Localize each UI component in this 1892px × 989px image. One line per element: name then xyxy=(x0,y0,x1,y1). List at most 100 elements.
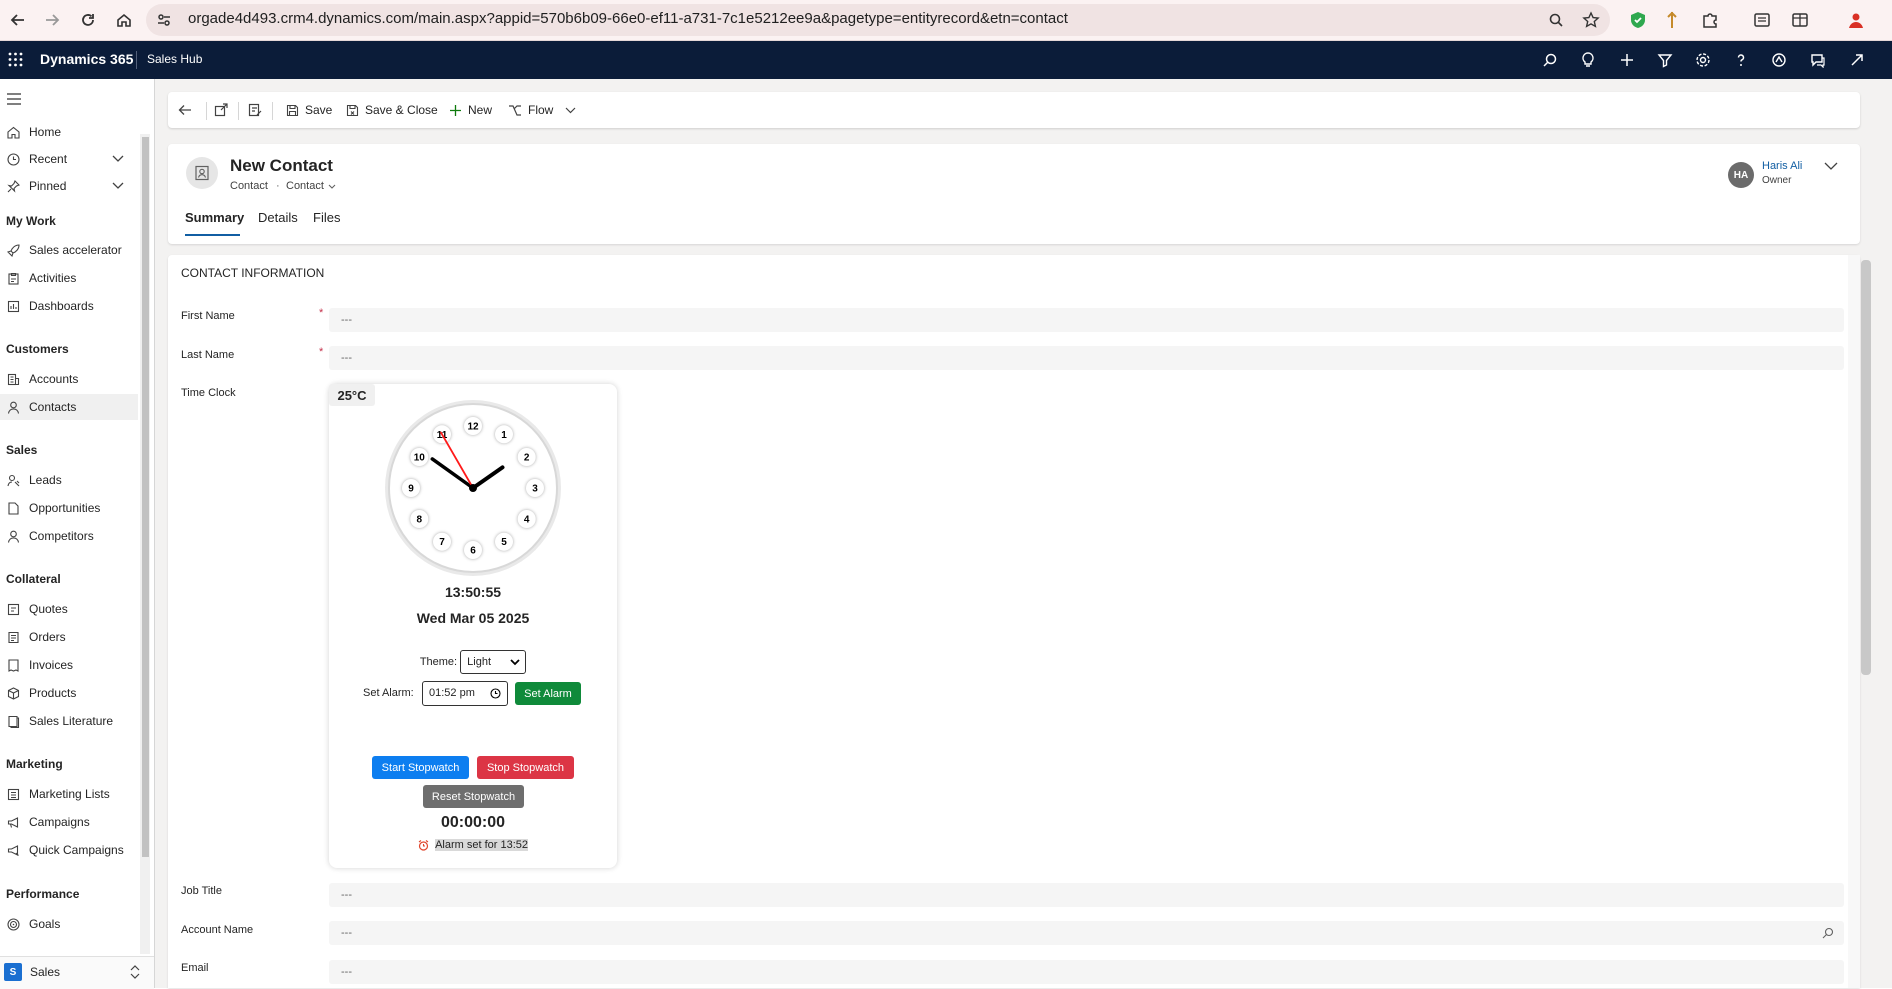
sidebar-item-invoices[interactable]: Invoices xyxy=(0,652,138,678)
gear-icon[interactable] xyxy=(1693,50,1713,70)
chevron-up-down-icon[interactable] xyxy=(130,965,140,979)
sidebar-item-quotes[interactable]: Quotes xyxy=(0,596,138,622)
set-alarm-button[interactable]: Set Alarm xyxy=(515,682,581,705)
tab-files[interactable]: Files xyxy=(313,210,340,225)
sidebar-item-activities[interactable]: Activities xyxy=(0,265,138,291)
app-name[interactable]: Dynamics 365 xyxy=(40,51,133,67)
theme-select[interactable]: Light xyxy=(460,650,527,674)
lightbulb-icon[interactable] xyxy=(1578,50,1598,70)
new-button[interactable]: New xyxy=(449,92,492,128)
list-icon xyxy=(6,787,20,801)
sidebar-item-pinned[interactable]: Pinned xyxy=(0,173,138,199)
alarm-time-input[interactable]: 01:52 pm xyxy=(422,681,508,706)
sidebar-item-products[interactable]: Products xyxy=(0,680,138,706)
clock-icon[interactable] xyxy=(490,688,501,699)
app-launcher-icon[interactable] xyxy=(8,52,23,67)
clock-numeral: 1 xyxy=(501,430,507,441)
account-name-field[interactable]: --- xyxy=(329,921,1844,945)
sidebar-scroll-thumb[interactable] xyxy=(142,137,149,857)
form-scroll-thumb[interactable] xyxy=(1861,260,1871,675)
puzzle-icon[interactable] xyxy=(1698,8,1722,32)
owner-avatar[interactable]: HA xyxy=(1728,162,1754,188)
clock-numeral: 7 xyxy=(439,537,445,548)
job-title-field[interactable]: --- xyxy=(329,883,1844,907)
extension-icon[interactable] xyxy=(1660,8,1684,32)
reset-stopwatch-button[interactable]: Reset Stopwatch xyxy=(423,785,524,808)
home-icon[interactable] xyxy=(112,8,136,32)
chat-icon[interactable] xyxy=(1808,50,1828,70)
stop-stopwatch-button[interactable]: Stop Stopwatch xyxy=(477,756,574,779)
lookup-search-icon[interactable] xyxy=(1822,927,1834,939)
sidebar-item-contacts[interactable]: Contacts xyxy=(0,394,138,420)
sidebar-item-competitors[interactable]: Competitors xyxy=(0,523,138,549)
forward-icon[interactable] xyxy=(40,8,64,32)
sidebar-item-sales-accelerator[interactable]: Sales accelerator xyxy=(0,237,138,263)
clock-numeral: 5 xyxy=(501,537,507,548)
form-name: Contact xyxy=(286,180,324,192)
sidebar-item-sales-literature[interactable]: Sales Literature xyxy=(0,708,138,734)
book-icon xyxy=(6,714,20,728)
sidebar-item-label: Activities xyxy=(29,271,77,285)
sidebar-item-quick-campaigns[interactable]: Quick Campaigns xyxy=(0,837,138,863)
save-button[interactable]: Save xyxy=(286,92,332,128)
sidebar-item-label: Sales Literature xyxy=(29,714,114,728)
reading-list-icon[interactable] xyxy=(1750,8,1774,32)
open-window-icon xyxy=(214,103,228,117)
url-text[interactable]: orgade4d493.crm4.dynamics.com/main.aspx?… xyxy=(188,10,1068,27)
separator-dot: · xyxy=(276,180,280,192)
area-switcher[interactable]: S Sales xyxy=(0,956,154,989)
sidebar-item-goals[interactable]: Goals xyxy=(0,911,138,937)
star-icon[interactable] xyxy=(1582,11,1600,29)
sidebar-item-leads[interactable]: Leads xyxy=(0,467,138,493)
new-label: New xyxy=(468,103,493,117)
expand-header-chevron-icon[interactable] xyxy=(1824,162,1838,171)
form-scrollbar[interactable] xyxy=(1848,255,1860,988)
sidebar-item-opportunities[interactable]: Opportunities xyxy=(0,495,138,521)
split-view-icon[interactable] xyxy=(1788,8,1812,32)
owner-name-link[interactable]: Haris Ali xyxy=(1762,160,1802,172)
copilot-icon[interactable] xyxy=(1769,50,1789,70)
tab-details[interactable]: Details xyxy=(258,210,298,225)
chevron-down-icon[interactable] xyxy=(112,182,124,190)
assistant-icon[interactable] xyxy=(1847,50,1867,70)
help-icon[interactable] xyxy=(1731,50,1751,70)
open-new-window-button[interactable] xyxy=(214,92,228,128)
sidebar-item-dashboards[interactable]: Dashboards xyxy=(0,293,138,319)
sidebar-item-accounts[interactable]: Accounts xyxy=(0,366,138,392)
sidebar-item-marketing-lists[interactable]: Marketing Lists xyxy=(0,781,138,807)
first-name-field[interactable]: --- xyxy=(329,308,1844,332)
sidebar-item-recent[interactable]: Recent xyxy=(0,146,138,172)
quote-icon xyxy=(6,602,20,616)
hub-name[interactable]: Sales Hub xyxy=(147,52,202,66)
filter-icon[interactable] xyxy=(1655,50,1675,70)
zoom-icon[interactable] xyxy=(1548,12,1564,28)
hamburger-icon[interactable] xyxy=(7,93,21,105)
area-badge: S xyxy=(4,963,22,981)
form-editor-button[interactable] xyxy=(248,92,262,128)
start-stopwatch-button[interactable]: Start Stopwatch xyxy=(372,756,469,779)
document-icon xyxy=(6,501,20,515)
last-name-field[interactable]: --- xyxy=(329,346,1844,370)
chevron-down-icon[interactable] xyxy=(565,107,576,114)
sidebar-item-campaigns[interactable]: Campaigns xyxy=(0,809,138,835)
site-info-icon[interactable] xyxy=(156,12,172,28)
flow-button[interactable]: Flow xyxy=(508,92,576,128)
form-selector[interactable]: Contact xyxy=(286,180,336,192)
sidebar-item-home[interactable]: Home xyxy=(0,119,138,145)
divider xyxy=(238,102,239,120)
shield-extension-icon[interactable] xyxy=(1626,8,1650,32)
reload-icon[interactable] xyxy=(76,8,100,32)
back-button[interactable] xyxy=(178,92,192,128)
back-icon[interactable] xyxy=(6,8,30,32)
plus-icon[interactable] xyxy=(1617,50,1637,70)
clock-pivot xyxy=(469,484,477,492)
clock-icon xyxy=(6,152,20,166)
email-field[interactable]: --- xyxy=(329,960,1844,984)
profile-icon[interactable] xyxy=(1844,8,1868,32)
tab-summary[interactable]: Summary xyxy=(185,210,244,225)
chevron-down-icon[interactable] xyxy=(112,155,124,163)
save-close-button[interactable]: Save & Close xyxy=(346,92,438,128)
search-icon[interactable] xyxy=(1540,50,1560,70)
alarm-status: Alarm set for 13:52 xyxy=(329,839,617,852)
sidebar-item-orders[interactable]: Orders xyxy=(0,624,138,650)
